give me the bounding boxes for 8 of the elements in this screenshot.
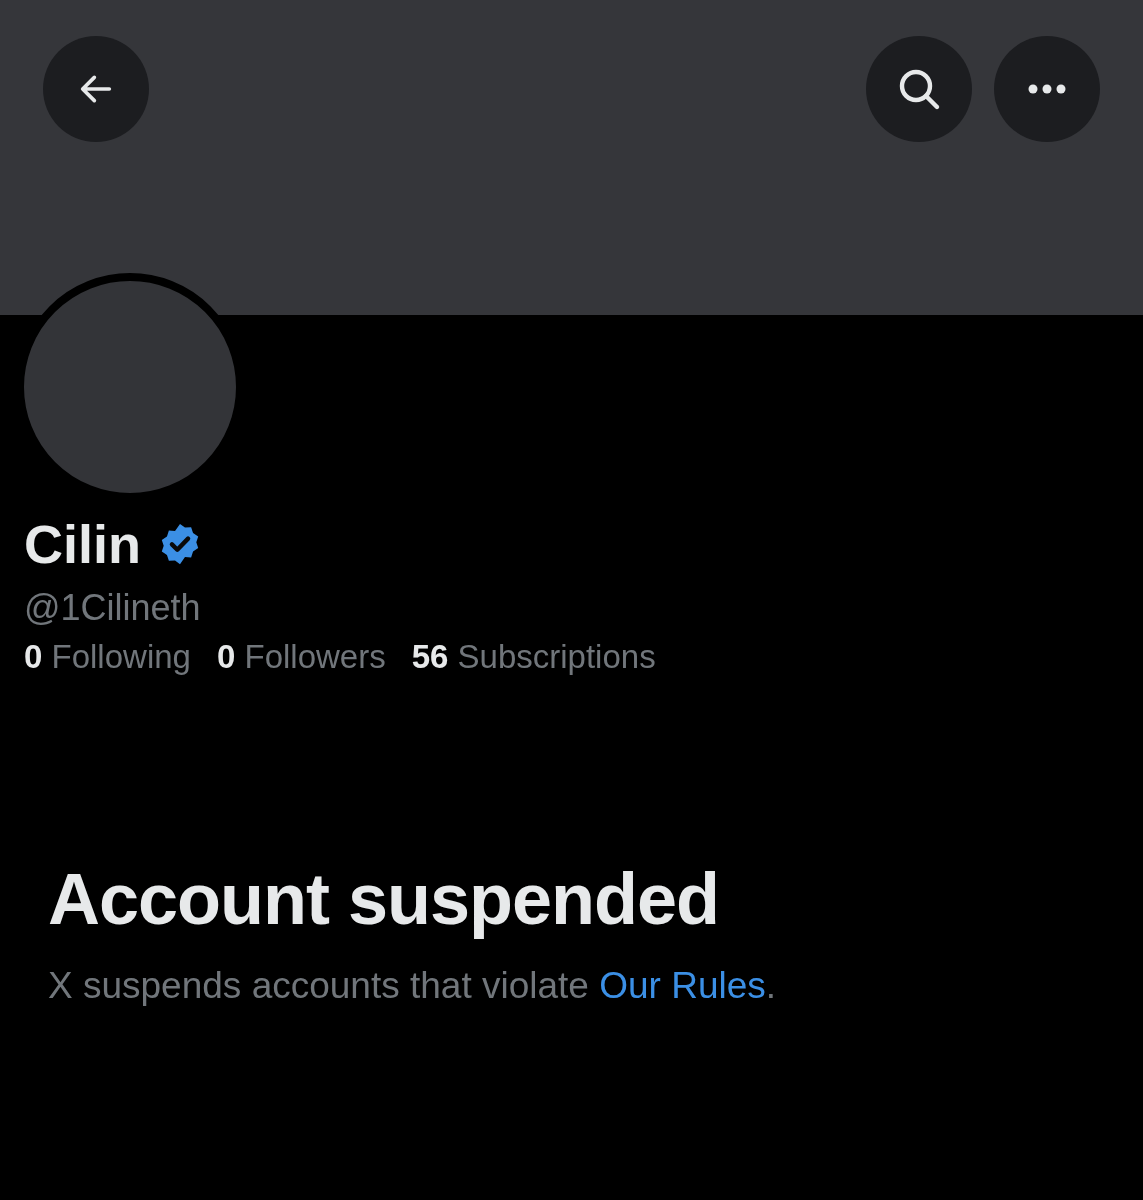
stat-link[interactable]: 0 Followers — [216, 636, 386, 678]
stat-link[interactable]: 56 Subscriptions — [411, 636, 656, 678]
rules-link[interactable]: Our Rules — [599, 965, 766, 1007]
profile-name: Cilin — [24, 517, 141, 571]
stat-link[interactable]: 0 Following — [24, 636, 191, 678]
profile-handle: @1Cilineth — [24, 586, 202, 630]
suspension-message: X suspends accounts that violate Our Rules. — [48, 964, 778, 1009]
more-icon — [1026, 83, 1068, 95]
